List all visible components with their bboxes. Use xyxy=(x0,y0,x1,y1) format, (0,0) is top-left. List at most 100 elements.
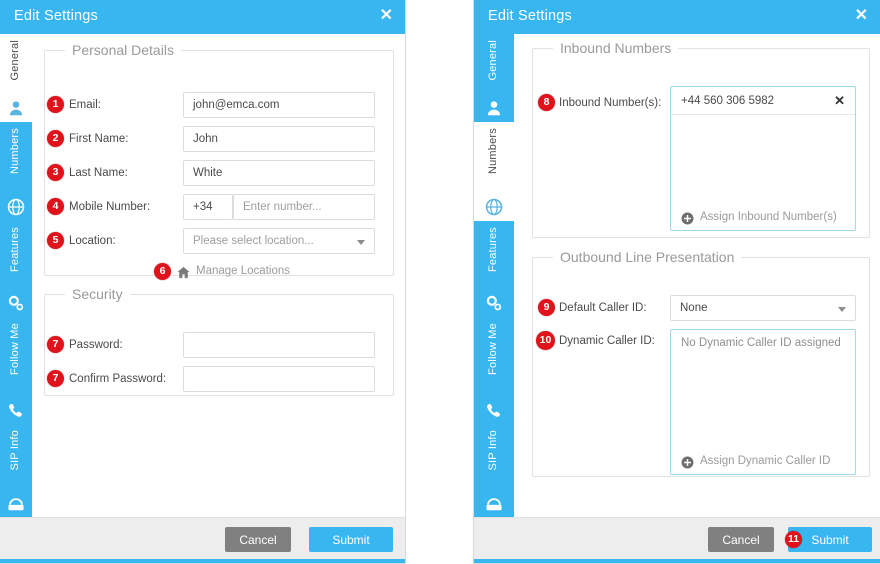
sidebar-tab-sip-info[interactable]: SIP Info xyxy=(0,424,32,518)
sidebar-tab-sip-info-label: SIP Info xyxy=(9,430,21,471)
field-row-email: 1 Email: john@emca.com xyxy=(45,92,393,118)
first-name-label: First Name: xyxy=(69,133,129,145)
dialog-title: Edit Settings xyxy=(14,8,99,24)
sidebar-tab-follow-me[interactable]: Follow Me xyxy=(474,317,514,424)
first-name-field[interactable]: John xyxy=(183,126,375,152)
field-row-last-name: 3 Last Name: White xyxy=(45,160,393,186)
confirm-password-label: Confirm Password: xyxy=(69,373,167,385)
personal-details-group: Personal Details 1 Email: john@emca.com … xyxy=(44,42,394,280)
mobile-number-field[interactable]: Enter number... xyxy=(233,194,375,220)
step-badge-9: 9 xyxy=(538,299,555,316)
phone-forward-icon xyxy=(7,401,25,419)
manage-locations-link[interactable]: Manage Locations xyxy=(177,265,290,279)
outbound-line-presentation-legend: Outbound Line Presentation xyxy=(560,249,735,265)
assign-dynamic-caller-id-label: Assign Dynamic Caller ID xyxy=(700,455,831,467)
default-caller-id-label: Default Caller ID: xyxy=(559,302,647,314)
personal-details-legend: Personal Details xyxy=(72,42,174,58)
sidebar-tab-general[interactable]: General xyxy=(474,34,514,122)
email-field[interactable]: john@emca.com xyxy=(183,92,375,118)
last-name-label: Last Name: xyxy=(69,167,128,179)
field-row-mobile-number: 4 Mobile Number: +34 Enter number... xyxy=(45,194,393,220)
field-row-location: 5 Location: Please select location... xyxy=(45,228,393,254)
inbound-numbers-legend: Inbound Numbers xyxy=(560,40,672,56)
cancel-button[interactable]: Cancel xyxy=(225,527,291,552)
telephone-icon xyxy=(485,495,503,513)
assign-dynamic-caller-id-link[interactable]: Assign Dynamic Caller ID xyxy=(681,455,831,469)
security-group: Security 7 Password: 7 Confirm Password: xyxy=(44,286,394,396)
location-label: Location: xyxy=(69,235,116,247)
phone-forward-icon xyxy=(485,401,503,419)
step-badge-1: 1 xyxy=(47,96,64,113)
dialog-titlebar: Edit Settings ✕ xyxy=(474,0,880,34)
sidebar-tab-general-label: General xyxy=(487,40,499,81)
sidebar-tab-numbers-label: Numbers xyxy=(9,128,21,175)
plus-circle-icon xyxy=(681,212,694,225)
step-badge-11: 11 xyxy=(785,531,802,548)
step-badge-3: 3 xyxy=(47,164,64,181)
dialog-footer: Cancel Submit xyxy=(0,517,405,563)
step-badge-8: 8 xyxy=(538,94,555,111)
step-badge-4: 4 xyxy=(47,198,64,215)
dialog-title: Edit Settings xyxy=(488,8,573,24)
field-row-default-caller-id: 9 Default Caller ID: None xyxy=(533,295,869,321)
default-caller-id-select[interactable]: None xyxy=(670,295,856,321)
sidebar-tab-numbers[interactable]: Numbers xyxy=(474,122,515,221)
step-badge-2: 2 xyxy=(47,130,64,147)
gears-icon xyxy=(7,294,25,312)
remove-icon[interactable]: ✕ xyxy=(834,87,845,115)
sidebar-tab-follow-me[interactable]: Follow Me xyxy=(0,317,32,424)
sidebar-tab-features-label: Features xyxy=(9,227,21,273)
default-caller-id-value: None xyxy=(680,302,708,314)
step-badge-7-password: 7 xyxy=(47,336,64,353)
password-field[interactable] xyxy=(183,332,375,358)
email-label: Email: xyxy=(69,99,101,111)
dynamic-caller-id-listbox[interactable]: No Dynamic Caller ID assigned Assign Dyn… xyxy=(670,329,856,475)
plus-circle-icon xyxy=(681,456,694,469)
sidebar-tab-features[interactable]: Features xyxy=(0,221,32,317)
password-label: Password: xyxy=(69,339,123,351)
dynamic-caller-id-empty-text: No Dynamic Caller ID assigned xyxy=(681,337,841,349)
outbound-line-presentation-group: Outbound Line Presentation 9 Default Cal… xyxy=(532,249,870,477)
location-select-value: Please select location... xyxy=(193,235,314,247)
sidebar-tab-follow-me-label: Follow Me xyxy=(9,323,21,375)
step-badge-5: 5 xyxy=(47,232,64,249)
assign-inbound-numbers-link[interactable]: Assign Inbound Number(s) xyxy=(681,211,837,225)
sidebar-tab-general[interactable]: General xyxy=(0,34,33,122)
cancel-button[interactable]: Cancel xyxy=(708,527,774,552)
step-badge-6: 6 xyxy=(154,263,171,280)
submit-button[interactable]: Submit xyxy=(309,527,393,552)
dialog-footer: Cancel Submit 11 xyxy=(474,517,880,563)
settings-tab-rail: General Numbers Features Follow Me SIP I… xyxy=(474,34,515,518)
inbound-numbers-label: Inbound Number(s): xyxy=(559,97,662,109)
field-row-confirm-password: 7 Confirm Password: xyxy=(45,366,393,392)
user-icon xyxy=(485,99,503,117)
sidebar-tab-general-label: General xyxy=(9,40,21,81)
chevron-down-icon xyxy=(838,307,846,312)
telephone-icon xyxy=(7,495,25,513)
location-select[interactable]: Please select location... xyxy=(183,228,375,254)
step-badge-10: 10 xyxy=(536,331,555,350)
security-legend: Security xyxy=(72,286,123,302)
edit-settings-dialog-general: Edit Settings ✕ General Numbers Features xyxy=(0,0,406,564)
globe-icon xyxy=(485,198,503,216)
sidebar-tab-features[interactable]: Features xyxy=(474,221,514,317)
last-name-field[interactable]: White xyxy=(183,160,375,186)
gears-icon xyxy=(485,294,503,312)
close-icon[interactable]: ✕ xyxy=(380,7,393,25)
country-code-select[interactable]: +34 xyxy=(183,194,233,220)
sidebar-tab-numbers-label: Numbers xyxy=(487,128,499,175)
confirm-password-field[interactable] xyxy=(183,366,375,392)
screenshot-stage: Edit Settings ✕ General Numbers Features xyxy=(0,0,880,564)
sidebar-tab-features-label: Features xyxy=(487,227,499,273)
list-item[interactable]: +44 560 306 5982 ✕ xyxy=(671,87,855,115)
assign-inbound-numbers-label: Assign Inbound Number(s) xyxy=(700,211,837,223)
sidebar-tab-numbers[interactable]: Numbers xyxy=(0,122,32,221)
sidebar-tab-sip-info[interactable]: SIP Info xyxy=(474,424,514,518)
globe-icon xyxy=(7,198,25,216)
sidebar-tab-sip-info-label: SIP Info xyxy=(487,430,499,471)
numbers-tab-panel: Inbound Numbers 8 Inbound Number(s): +44… xyxy=(514,34,880,517)
dynamic-caller-id-label: Dynamic Caller ID: xyxy=(559,335,655,347)
close-icon[interactable]: ✕ xyxy=(855,7,868,25)
home-icon xyxy=(177,266,190,279)
inbound-numbers-listbox[interactable]: +44 560 306 5982 ✕ Assign Inbound Number… xyxy=(670,86,856,231)
